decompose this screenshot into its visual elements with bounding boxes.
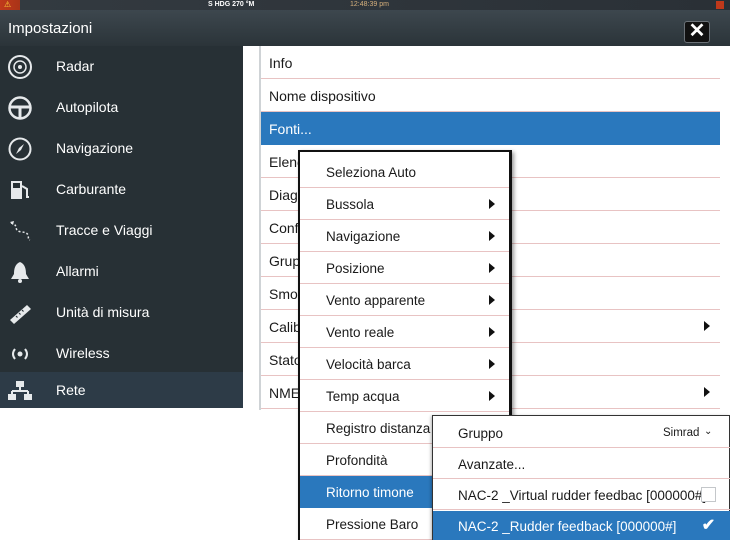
chevron-right-icon	[489, 295, 495, 305]
group-row: Gruppo Simrad ⌄	[433, 418, 730, 448]
sidebar-item-radar[interactable]: Radar	[0, 46, 243, 87]
menu-item-label: Bussola	[326, 197, 375, 212]
radar-icon	[8, 55, 32, 79]
list-item-fonti[interactable]: Fonti...	[261, 112, 720, 145]
group-label: Gruppo	[458, 426, 504, 441]
group-dropdown[interactable]: Simrad ⌄	[649, 424, 715, 444]
list-item-label: Confi	[269, 220, 302, 236]
chevron-right-icon	[489, 231, 495, 241]
chevron-right-icon	[489, 263, 495, 273]
sidebar-item-label: Wireless	[56, 345, 110, 361]
clock: 12:48:39 pm	[350, 1, 389, 8]
menu-item-vento-apparente[interactable]: Vento apparente	[300, 284, 509, 316]
source-row-rudder-feedback[interactable]: NAC-2 _Rudder feedback [000000#] ✔	[433, 511, 730, 540]
sidebar-item-label: Autopilota	[56, 99, 119, 115]
menu-item-label: Profondità	[326, 453, 388, 468]
menu-item-label: Vento reale	[326, 325, 395, 340]
sidebar: Radar Autopilota Navigazione Carburante …	[0, 46, 243, 408]
advanced-row[interactable]: Avanzate...	[433, 449, 730, 479]
menu-item-label: Vento apparente	[326, 293, 426, 308]
chevron-right-icon	[489, 359, 495, 369]
menu-item-posizione[interactable]: Posizione	[300, 252, 509, 284]
sidebar-item-label: Carburante	[56, 181, 127, 197]
menu-item-label: Pressione Baro	[326, 517, 419, 532]
close-icon: ✕	[688, 20, 706, 42]
list-item-label: Nome dispositivo	[269, 88, 376, 104]
bell-icon	[11, 262, 29, 283]
warning-icon: ⚠	[4, 0, 12, 9]
menu-item-temp-acqua[interactable]: Temp acqua	[300, 380, 509, 412]
list-item-label: Stato	[269, 352, 302, 368]
source-row-virtual-rudder[interactable]: NAC-2 _Virtual rudder feedbac [000000#]	[433, 480, 730, 510]
page-title: Impostazioni	[8, 20, 93, 37]
chevron-right-icon	[489, 391, 495, 401]
sidebar-item-label: Rete	[56, 382, 86, 398]
network-icon	[8, 381, 32, 400]
fuel-pump-icon	[11, 181, 29, 199]
close-button[interactable]: ✕	[684, 21, 710, 43]
menu-item-seleziona-auto[interactable]: Seleziona Auto	[300, 156, 509, 188]
sidebar-item-autopilota[interactable]: Autopilota	[0, 87, 243, 128]
sidebar-item-label: Allarmi	[56, 263, 99, 279]
record-icon	[716, 1, 724, 9]
source-label: NAC-2 _Virtual rudder feedbac [000000#]	[458, 488, 707, 503]
sidebar-item-carburante[interactable]: Carburante	[0, 169, 243, 210]
sidebar-item-unita[interactable]: Unità di misura	[0, 292, 243, 333]
sidebar-item-rete[interactable]: Rete	[0, 372, 243, 408]
sidebar-item-label: Unità di misura	[56, 304, 150, 320]
source-label: NAC-2 _Rudder feedback [000000#]	[458, 519, 677, 534]
menu-item-velocita-barca[interactable]: Velocità barca	[300, 348, 509, 380]
list-item-info[interactable]: Info	[261, 46, 720, 79]
list-item-nome-dispositivo[interactable]: Nome dispositivo	[261, 79, 720, 112]
menu-item-bussola[interactable]: Bussola	[300, 188, 509, 220]
list-item-label: Fonti...	[269, 121, 312, 137]
group-dropdown-value: Simrad	[663, 427, 700, 439]
wireless-icon	[12, 348, 28, 360]
list-item-label: Info	[269, 55, 293, 71]
heading-readout: S HDG 270 °M	[208, 1, 255, 8]
menu-item-label: Navigazione	[326, 229, 401, 244]
sidebar-item-allarmi[interactable]: Allarmi	[0, 251, 243, 292]
steering-wheel-icon	[8, 96, 32, 120]
chevron-right-icon	[704, 387, 710, 397]
sidebar-item-label: Tracce e Viaggi	[56, 222, 153, 238]
sidebar-item-label: Navigazione	[56, 140, 134, 156]
advanced-label: Avanzate...	[458, 457, 526, 472]
menu-item-label: Temp acqua	[326, 389, 400, 404]
sidebar-item-tracce[interactable]: Tracce e Viaggi	[0, 210, 243, 251]
menu-item-label: Seleziona Auto	[326, 165, 417, 180]
title-bar: Impostazioni	[0, 10, 730, 46]
menu-item-label: Velocità barca	[326, 357, 411, 372]
chevron-right-icon	[489, 199, 495, 209]
chevron-right-icon	[704, 321, 710, 331]
menu-item-vento-reale[interactable]: Vento reale	[300, 316, 509, 348]
sidebar-item-wireless[interactable]: Wireless	[0, 333, 243, 374]
chevron-right-icon	[489, 327, 495, 337]
tracks-icon	[10, 221, 31, 241]
chevron-down-icon: ⌄	[704, 426, 713, 437]
check-icon[interactable]: ✔	[701, 518, 716, 534]
rudder-source-panel: Gruppo Simrad ⌄ Avanzate... NAC-2 _Virtu…	[432, 415, 730, 540]
status-bar: ⚠ S HDG 270 °M 12:48:39 pm	[0, 0, 730, 10]
menu-item-label: Posizione	[326, 261, 385, 276]
ruler-icon	[10, 305, 31, 324]
menu-item-navigazione[interactable]: Navigazione	[300, 220, 509, 252]
sidebar-item-label: Radar	[56, 58, 95, 74]
menu-item-label: Ritorno timone	[326, 485, 414, 500]
source-checkbox[interactable]	[701, 487, 716, 502]
sidebar-item-navigazione[interactable]: Navigazione	[0, 128, 243, 169]
menu-item-label: Registro distanza	[326, 421, 431, 436]
compass-icon	[8, 137, 32, 161]
